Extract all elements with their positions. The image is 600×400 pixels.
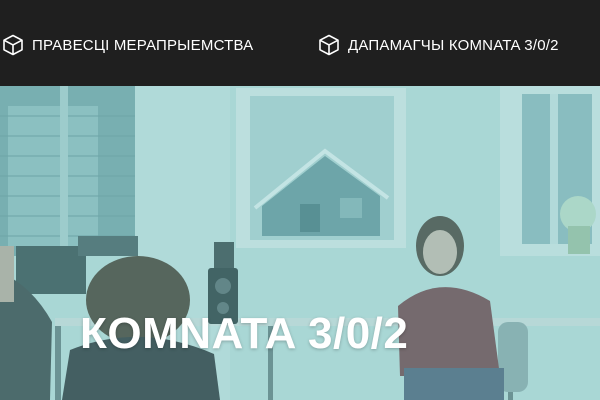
cube-icon xyxy=(3,34,23,56)
page-title: КОМNATA 3/0/2 xyxy=(80,309,409,358)
nav-link-label: ПРАВЕСЦІ МЕРАПРЫЕМСТВА xyxy=(32,36,254,54)
hero-banner: КОМNATA 3/0/2 xyxy=(0,86,600,400)
nav-link-help-room[interactable]: ДАПАМАГЧЫ КОМNATA 3/0/2 xyxy=(318,34,559,56)
cube-icon xyxy=(319,34,339,56)
nav-link-label: ДАПАМАГЧЫ КОМNATA 3/0/2 xyxy=(348,36,559,54)
top-navigation-bar: ПРАВЕСЦІ МЕРАПРЫЕМСТВА ДАПАМАГЧЫ КОМNATA… xyxy=(0,0,600,86)
nav-link-host-event[interactable]: ПРАВЕСЦІ МЕРАПРЫЕМСТВА xyxy=(2,34,253,56)
